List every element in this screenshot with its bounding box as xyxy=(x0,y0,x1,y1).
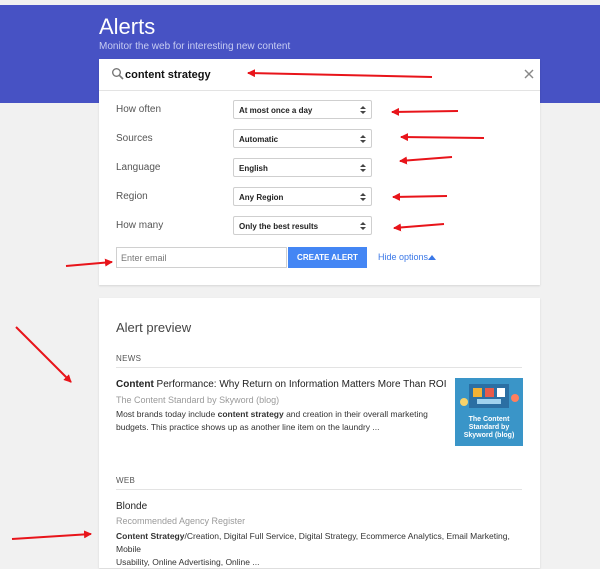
news-headline-bold: Content xyxy=(116,379,154,390)
search-input[interactable] xyxy=(125,67,505,83)
region-select[interactable]: Any Region xyxy=(233,187,372,206)
create-alert-card: How often At most once a day Sources Aut… xyxy=(99,59,540,285)
language-select[interactable]: English xyxy=(233,158,372,177)
page-title: Alerts xyxy=(99,14,156,39)
news-source: The Content Standard by Skyword (blog) xyxy=(116,395,280,405)
how-many-label: How many xyxy=(116,220,164,231)
sources-label: Sources xyxy=(116,133,153,144)
how-many-value: Only the best results xyxy=(239,222,319,231)
annotation-arrow xyxy=(11,530,92,540)
web-source: Recommended Agency Register xyxy=(116,516,246,526)
how-often-select[interactable]: At most once a day xyxy=(233,100,372,119)
how-often-value: At most once a day xyxy=(239,106,313,115)
region-value: Any Region xyxy=(239,193,284,202)
language-label: Language xyxy=(116,162,161,173)
select-arrows-icon xyxy=(360,135,366,143)
news-headline-rest: Performance: Why Return on Information M… xyxy=(153,379,447,390)
page-subtitle: Monitor the web for interesting new cont… xyxy=(99,41,291,52)
preview-title: Alert preview xyxy=(116,320,192,335)
language-value: English xyxy=(239,164,268,173)
web-snippet-keyword: Content Strategy xyxy=(116,531,185,541)
select-arrows-icon xyxy=(360,222,366,230)
news-snippet-part: and creation in their overall marketing xyxy=(283,409,428,419)
web-headline-link[interactable]: Blonde xyxy=(116,501,147,512)
sources-select[interactable]: Automatic xyxy=(233,129,372,148)
email-field[interactable] xyxy=(116,247,287,268)
sources-value: Automatic xyxy=(239,135,279,144)
web-snippet: Content Strategy/Creation, Digital Full … xyxy=(116,530,526,569)
news-snippet-keyword: content strategy xyxy=(217,409,284,419)
news-snippet-line2: budgets. This practice shows up as anoth… xyxy=(116,422,380,432)
news-thumbnail[interactable]: The Content Standard by Skyword (blog) xyxy=(455,378,523,446)
web-snippet-line2: Usability, Online Advertising, Online ..… xyxy=(116,557,260,567)
region-label: Region xyxy=(116,191,148,202)
news-section-label: NEWS xyxy=(116,354,142,363)
search-row xyxy=(99,59,540,91)
web-section-label: WEB xyxy=(116,476,136,485)
alert-preview-card: Alert preview NEWS Content Performance: … xyxy=(99,298,540,568)
annotation-arrow xyxy=(15,326,72,383)
thumbnail-illustration xyxy=(460,384,519,408)
select-arrows-icon xyxy=(360,164,366,172)
hide-options-link[interactable]: Hide options xyxy=(378,252,428,262)
how-often-label: How often xyxy=(116,104,162,115)
news-snippet: Most brands today include content strate… xyxy=(116,408,428,434)
create-alert-button[interactable]: CREATE ALERT xyxy=(288,247,367,268)
news-headline-link[interactable]: Content Performance: Why Return on Infor… xyxy=(116,379,447,390)
select-arrows-icon xyxy=(360,106,366,114)
close-icon[interactable] xyxy=(523,68,535,80)
caret-up-icon[interactable] xyxy=(428,255,436,260)
thumbnail-caption: The Content Standard by Skyword (blog) xyxy=(463,416,515,439)
search-icon xyxy=(112,68,124,80)
web-divider xyxy=(116,489,522,490)
news-divider xyxy=(116,367,522,368)
how-many-select[interactable]: Only the best results xyxy=(233,216,372,235)
news-snippet-part: Most brands today include xyxy=(116,409,218,419)
select-arrows-icon xyxy=(360,193,366,201)
